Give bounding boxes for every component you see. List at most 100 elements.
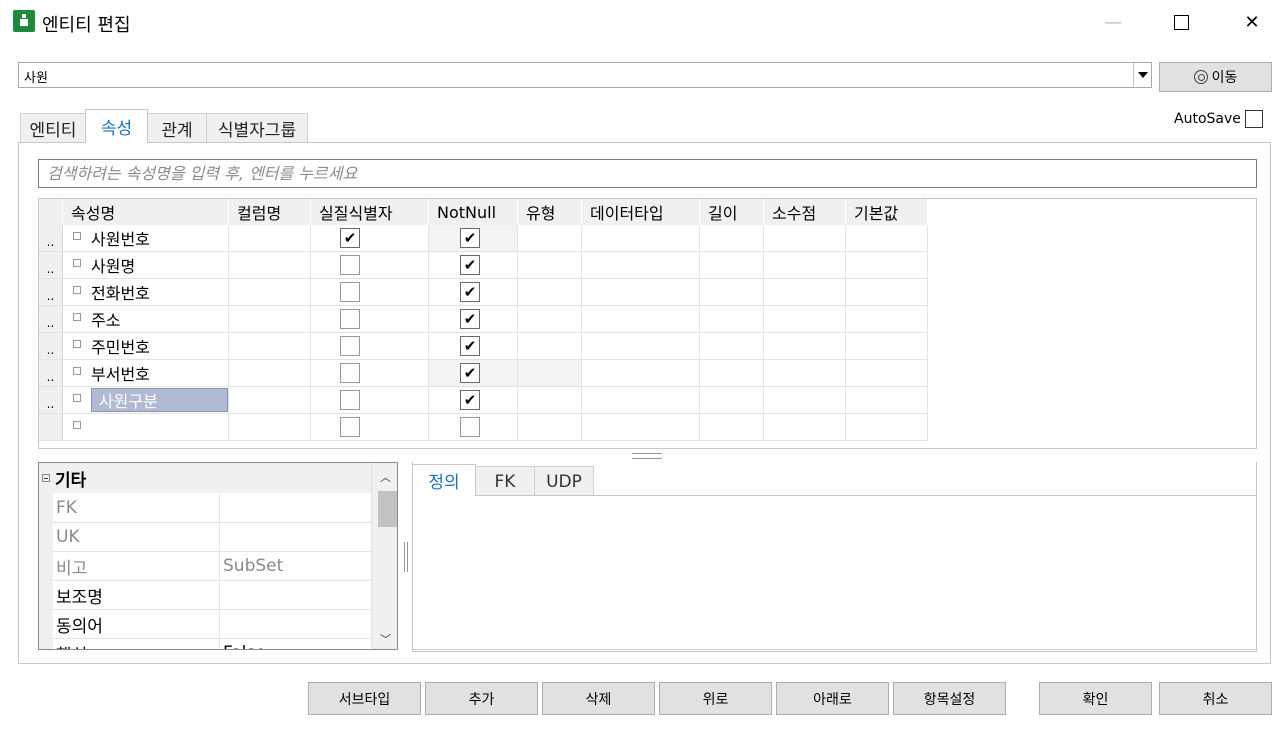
pk-checkbox[interactable] [340, 336, 360, 356]
table-row[interactable]: .. 사원명 ✔ [39, 252, 928, 279]
attribute-name-cell[interactable]: 사원구분 [63, 387, 229, 414]
maximize-button[interactable] [1158, 0, 1204, 44]
scale-cell[interactable] [764, 225, 846, 252]
column-name-cell[interactable] [229, 225, 311, 252]
property-value[interactable] [220, 494, 371, 522]
col-header-pk[interactable]: 실질식별자 [311, 199, 429, 225]
type-cell[interactable] [518, 306, 582, 333]
property-row[interactable]: 동의어 [53, 610, 371, 639]
column-name-cell[interactable] [229, 252, 311, 279]
add-button[interactable]: 추가 [425, 682, 538, 715]
minimize-button[interactable]: — [1090, 0, 1136, 44]
length-cell[interactable] [700, 387, 764, 414]
scroll-up-icon[interactable]: ︿ [380, 469, 391, 485]
default-cell[interactable] [846, 252, 928, 279]
close-button[interactable]: ✕ [1229, 0, 1275, 44]
scrollbar-thumb[interactable] [378, 491, 397, 527]
tab-fk[interactable]: FK [475, 466, 535, 496]
notnull-cell[interactable]: ✔ [429, 387, 518, 414]
tab-definition[interactable]: 정의 [412, 464, 476, 496]
property-scrollbar[interactable]: ︿ ﹀ [371, 463, 397, 649]
move-button[interactable]: 이동 [1159, 62, 1272, 92]
notnull-cell[interactable]: ✔ [429, 252, 518, 279]
table-row[interactable]: .. 사원번호 ✔ ✔ [39, 225, 928, 252]
attribute-search[interactable] [38, 159, 1257, 188]
attribute-name-cell[interactable]: 주소 [63, 306, 229, 333]
notnull-checkbox[interactable]: ✔ [460, 336, 480, 356]
pk-cell[interactable] [311, 414, 429, 441]
collapse-icon[interactable] [42, 474, 50, 482]
scale-cell[interactable] [764, 279, 846, 306]
vertical-splitter[interactable] [404, 542, 408, 572]
pk-cell[interactable] [311, 333, 429, 360]
type-cell[interactable] [518, 387, 582, 414]
scale-cell[interactable] [764, 387, 846, 414]
datatype-cell[interactable] [582, 279, 700, 306]
scale-cell[interactable] [764, 252, 846, 279]
datatype-cell[interactable] [582, 225, 700, 252]
table-row[interactable]: .. 사원구분 ✔ [39, 387, 928, 414]
pk-checkbox[interactable] [340, 255, 360, 275]
row-header[interactable]: .. [39, 387, 63, 414]
scale-cell[interactable] [764, 306, 846, 333]
autosave-checkbox[interactable] [1244, 110, 1263, 128]
item-settings-button[interactable]: 항목설정 [893, 682, 1006, 715]
notnull-cell[interactable]: ✔ [429, 360, 518, 387]
notnull-checkbox[interactable]: ✔ [460, 390, 480, 410]
ok-button[interactable]: 확인 [1039, 682, 1152, 715]
notnull-checkbox[interactable] [460, 417, 480, 437]
scale-cell[interactable] [764, 333, 846, 360]
datatype-cell[interactable] [582, 414, 700, 441]
table-row[interactable]: .. 전화번호 ✔ [39, 279, 928, 306]
default-cell[interactable] [846, 414, 928, 441]
col-header-default[interactable]: 기본값 [846, 199, 928, 225]
pk-cell[interactable] [311, 252, 429, 279]
row-header[interactable]: .. [39, 333, 63, 360]
type-cell[interactable] [518, 279, 582, 306]
move-down-button[interactable]: 아래로 [776, 682, 889, 715]
length-cell[interactable] [700, 333, 764, 360]
attribute-name-cell[interactable]: 부서번호 [63, 360, 229, 387]
notnull-cell[interactable]: ✔ [429, 225, 518, 252]
property-value[interactable]: False [220, 639, 371, 649]
row-header[interactable]: .. [39, 225, 63, 252]
table-row[interactable] [39, 414, 928, 441]
move-up-button[interactable]: 위로 [659, 682, 772, 715]
table-row[interactable]: .. 주민번호 ✔ [39, 333, 928, 360]
entity-select[interactable]: 사원 [18, 62, 1152, 88]
column-name-cell[interactable] [229, 414, 311, 441]
property-row[interactable]: 보조명 [53, 581, 371, 610]
column-name-cell[interactable] [229, 360, 311, 387]
pk-checkbox[interactable] [340, 363, 360, 383]
autosave-toggle[interactable]: AutoSave [1174, 110, 1263, 128]
attribute-name-cell[interactable]: 주민번호 [63, 333, 229, 360]
notnull-cell[interactable]: ✔ [429, 333, 518, 360]
property-value[interactable]: SubSet [220, 552, 371, 580]
notnull-checkbox[interactable]: ✔ [460, 363, 480, 383]
property-row[interactable]: 핵심False [53, 639, 371, 649]
row-header[interactable]: .. [39, 252, 63, 279]
length-cell[interactable] [700, 306, 764, 333]
length-cell[interactable] [700, 360, 764, 387]
attribute-name-cell[interactable] [63, 414, 229, 441]
pk-cell[interactable] [311, 279, 429, 306]
attribute-name-cell[interactable]: 사원번호 [63, 225, 229, 252]
datatype-cell[interactable] [582, 306, 700, 333]
col-header-type[interactable]: 유형 [518, 199, 582, 225]
property-value[interactable] [220, 610, 371, 638]
notnull-checkbox[interactable]: ✔ [460, 282, 480, 302]
notnull-cell[interactable]: ✔ [429, 279, 518, 306]
notnull-cell[interactable]: ✔ [429, 306, 518, 333]
horizontal-splitter[interactable] [632, 453, 662, 459]
notnull-checkbox[interactable]: ✔ [460, 309, 480, 329]
column-name-cell[interactable] [229, 333, 311, 360]
row-header[interactable] [39, 414, 63, 441]
column-name-cell[interactable] [229, 387, 311, 414]
delete-button[interactable]: 삭제 [542, 682, 655, 715]
subtype-button[interactable]: 서브타입 [308, 682, 421, 715]
pk-checkbox[interactable] [340, 309, 360, 329]
attribute-search-input[interactable] [39, 160, 1256, 187]
col-header-notnull[interactable]: NotNull [429, 199, 518, 225]
property-category[interactable]: 기타 [39, 463, 371, 493]
default-cell[interactable] [846, 333, 928, 360]
